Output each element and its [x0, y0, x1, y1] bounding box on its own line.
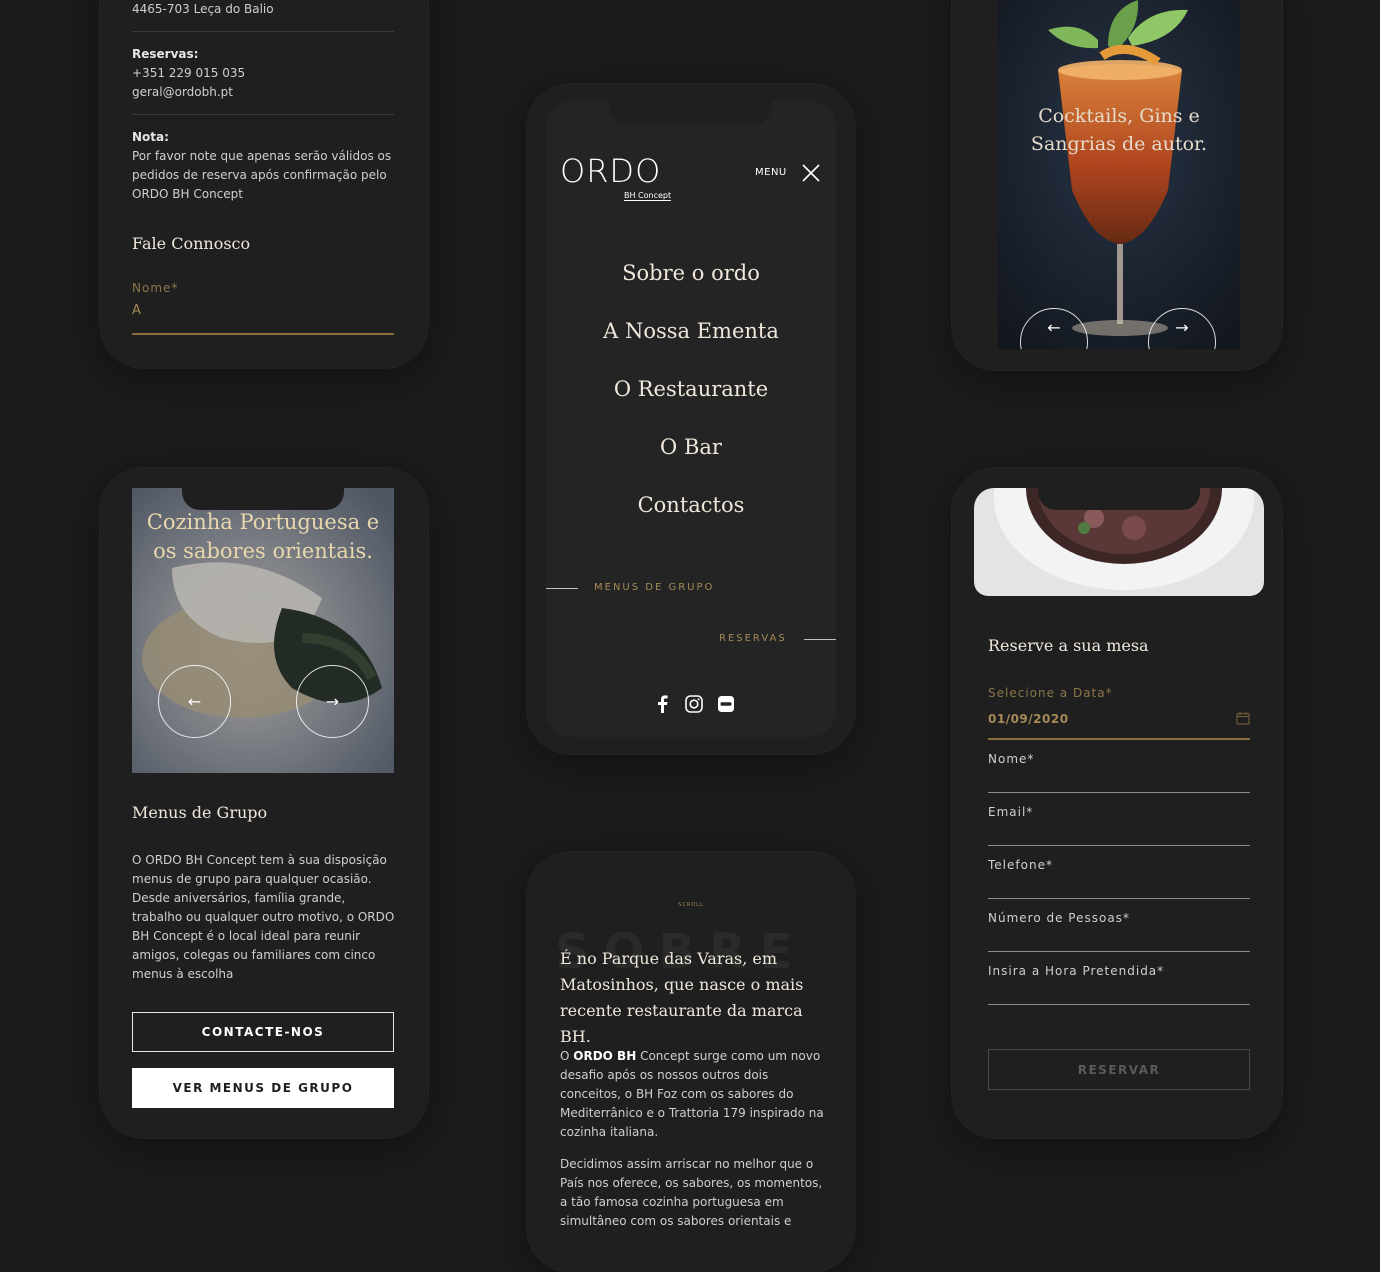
menus-grupo-link[interactable]: MENUS DE GRUPO	[594, 582, 714, 593]
nota-text: Por favor note que apenas serão válidos …	[132, 149, 392, 201]
prev-slide-button[interactable]: ←	[158, 665, 231, 738]
phone-menu: ORDO BH Concept MENU Sobre o ordo A Noss…	[527, 84, 855, 754]
arrow-right-icon: →	[1175, 317, 1189, 337]
nota-label: Nota:	[132, 130, 169, 144]
about-p1-pre: O	[560, 1049, 574, 1063]
nav-restaurante[interactable]: O Restaurante	[546, 377, 836, 401]
logo-subtitle: BH Concept	[624, 191, 672, 201]
about-paragraph-1: O ORDO BH Concept surge como um novo des…	[560, 1047, 826, 1142]
date-field-label: Selecione a Data*	[988, 686, 1113, 700]
field-label: Número de Pessoas*	[988, 911, 1130, 925]
scroll-indicator: SCROLL	[678, 902, 704, 908]
food-hero-image: Cozinha Portuguesa e os sabores orientai…	[132, 488, 394, 773]
reserve-title: Reserve a sua mesa	[988, 636, 1149, 655]
nav-bar[interactable]: O Bar	[546, 435, 836, 459]
name-field-value: A	[132, 303, 141, 318]
phone-cocktails: Cocktails, Gins e Sangrias de autor. ← →	[952, 0, 1282, 370]
reserve-email-field[interactable]: Email*	[988, 793, 1250, 846]
name-field-label: Nome*	[132, 281, 179, 295]
phone-notch	[610, 101, 772, 125]
arrow-left-icon: ←	[1047, 317, 1061, 337]
nav-ementa[interactable]: A Nossa Ementa	[546, 319, 836, 343]
about-screen: SCROLL SOBRE É no Parque das Varas, em M…	[527, 852, 855, 1272]
logo-wordmark: ORDO	[560, 152, 662, 190]
menu-label[interactable]: MENU	[755, 167, 787, 178]
arrow-left-icon: ←	[187, 692, 202, 711]
calendar-icon[interactable]	[1236, 710, 1250, 725]
phone-link[interactable]: +351 229 015 035	[132, 64, 394, 83]
reserve-screen: Reserve a sua mesa Selecione a Data* 01/…	[952, 468, 1282, 1138]
nav-sobre[interactable]: Sobre o ordo	[546, 261, 836, 285]
reserve-form: Selecione a Data* 01/09/2020 Nome* Email…	[988, 676, 1250, 1106]
facebook-icon[interactable]	[656, 695, 668, 713]
field-label: Insira a Hora Pretendida*	[988, 964, 1165, 978]
about-paragraph-2: Decidimos assim arriscar no melhor que o…	[560, 1157, 823, 1228]
field-label: Telefone*	[988, 858, 1053, 872]
reserve-phone-field[interactable]: Telefone*	[988, 846, 1250, 899]
name-field[interactable]: Nome* A	[132, 281, 394, 335]
zomato-icon[interactable]	[717, 695, 735, 713]
phone-about: SCROLL SOBRE É no Parque das Varas, em M…	[527, 852, 855, 1272]
reserve-guests-field[interactable]: Número de Pessoas*	[988, 899, 1250, 952]
menus-grupo-line	[546, 588, 578, 589]
nav-contactos[interactable]: Contactos	[546, 493, 836, 517]
contact-us-button[interactable]: CONTACTE-NOS	[132, 1012, 394, 1052]
phone-group-menu: Cozinha Portuguesa e os sabores orientai…	[100, 468, 428, 1138]
date-field[interactable]: Selecione a Data* 01/09/2020	[988, 676, 1250, 740]
address-text: 4465-703 Leça do Balio	[132, 2, 274, 16]
reservas-link[interactable]: RESERVAS	[719, 633, 787, 644]
date-field-value: 01/09/2020	[988, 712, 1069, 726]
next-slide-button[interactable]: →	[296, 665, 369, 738]
email-link[interactable]: geral@ordobh.pt	[132, 83, 394, 102]
cocktails-headline: Cocktails, Gins e Sangrias de autor.	[1030, 105, 1208, 155]
divider	[132, 31, 394, 32]
about-p1-brand: ORDO BH	[573, 1049, 637, 1063]
instagram-icon[interactable]	[685, 695, 703, 713]
group-menu-title: Menus de Grupo	[132, 803, 268, 822]
field-label: Email*	[988, 805, 1034, 819]
phone-contact: 4465-703 Leça do Balio Reservas: +351 22…	[100, 0, 428, 368]
about-headline: É no Parque das Varas, em Matosinhos, qu…	[560, 949, 804, 1046]
cocktail-image	[998, 0, 1240, 349]
reservas-line	[804, 639, 836, 640]
risotto-image	[974, 488, 1264, 596]
arrow-right-icon: →	[325, 692, 340, 711]
divider	[132, 114, 394, 115]
reserve-time-field[interactable]: Insira a Hora Pretendida*	[988, 952, 1250, 1005]
phone-reserve: Reserve a sua mesa Selecione a Data* 01/…	[952, 468, 1282, 1138]
phone-notch	[182, 488, 344, 510]
reservas-label: Reservas:	[132, 47, 199, 61]
contact-screen: 4465-703 Leça do Balio Reservas: +351 22…	[110, 0, 418, 358]
group-menu-text: O ORDO BH Concept tem à sua disposição m…	[132, 853, 395, 981]
reserve-name-field[interactable]: Nome*	[988, 740, 1250, 793]
cocktail-screen: Cocktails, Gins e Sangrias de autor. ← →	[998, 0, 1240, 349]
phone-notch	[1038, 488, 1200, 510]
menu-screen: ORDO BH Concept MENU Sobre o ordo A Noss…	[546, 101, 836, 737]
close-icon[interactable]	[801, 163, 821, 183]
form-title: Fale Connosco	[132, 234, 251, 253]
ordo-logo[interactable]: ORDO BH Concept	[560, 152, 672, 201]
group-screen: Cozinha Portuguesa e os sabores orientai…	[100, 468, 428, 1138]
reserve-submit-button[interactable]: RESERVAR	[988, 1049, 1250, 1090]
field-label: Nome*	[988, 752, 1035, 766]
group-hero-headline: Cozinha Portuguesa e os sabores orientai…	[146, 510, 380, 563]
view-group-menus-button[interactable]: VER MENUS DE GRUPO	[132, 1068, 394, 1108]
